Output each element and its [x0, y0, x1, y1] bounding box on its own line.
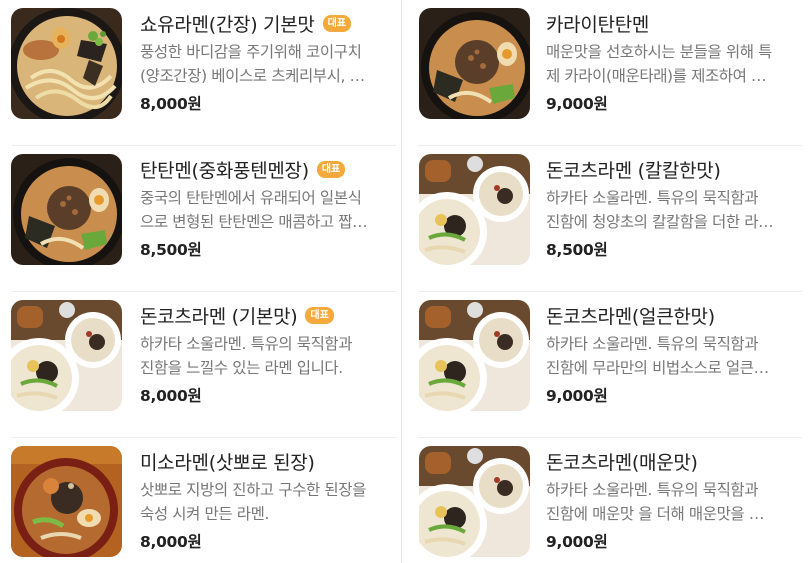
menu-item-description: 하카타 소울라멘. 특유의 묵직함과 진함에 매운맛 을 더해 매운맛을 … — [546, 481, 764, 523]
menu-item-description: 하카타 소울라멘. 특유의 묵직함과 진함에 무라만의 비법소스로 얼큰… — [546, 335, 769, 377]
menu-item[interactable]: 돈코츠라멘 (칼칼한맛) 하카타 소울라멘. 특유의 묵직함과 진함에 청양초의… — [406, 146, 806, 292]
menu-item-price: 8,000원 — [140, 533, 202, 551]
menu-item[interactable]: 쇼유라멘(간장) 기본맛 대표 풍성한 바디감을 주기위해 코이구치 (양조간장… — [0, 0, 400, 146]
menu-item-name: 돈코츠라멘 (기본맛) — [140, 305, 298, 328]
menu-item-name: 쇼유라멘(간장) 기본맛 — [140, 13, 315, 36]
menu-thumbnail — [11, 8, 122, 119]
menu-item[interactable]: 돈코츠라멘 (기본맛) 대표 하카타 소울라멘. 특유의 묵직함과 진함을 느낄… — [0, 292, 400, 438]
menu-item-description: 풍성한 바디감을 주기위해 코이구치 (양조간장) 베이스로 츠케리부시, … — [140, 43, 365, 85]
menu-item[interactable]: 카라이탄탄멘 매운맛을 선호하시는 분들을 위해 특 제 카라이(매운타래)를 … — [406, 0, 806, 146]
menu-item-price: 9,000원 — [546, 533, 608, 551]
ramen-bowl-photo-icon — [419, 8, 530, 119]
menu-item-description: 중국의 탄탄멘에서 유래되어 일본식 으로 변형된 탄탄멘은 매콤하고 짭… — [140, 189, 368, 231]
menu-grid: 쇼유라멘(간장) 기본맛 대표 풍성한 바디감을 주기위해 코이구치 (양조간장… — [0, 0, 810, 563]
menu-item-price: 8,500원 — [546, 241, 608, 259]
ramen-bowl-photo-icon — [419, 446, 530, 557]
menu-item-price: 8,000원 — [140, 95, 202, 113]
ramen-bowl-photo-icon — [11, 446, 122, 557]
ramen-bowl-photo-icon — [11, 154, 122, 265]
menu-column-right: 카라이탄탄멘 매운맛을 선호하시는 분들을 위해 특 제 카라이(매운타래)를 … — [406, 0, 806, 563]
menu-item-name: 돈코츠라멘 (칼칼한맛) — [546, 159, 721, 182]
menu-item-description: 하카타 소울라멘. 특유의 묵직함과 진함을 느낄수 있는 라멘 입니다. — [140, 335, 353, 377]
ramen-bowl-photo-icon — [419, 154, 530, 265]
signature-badge: 대표 — [316, 160, 346, 178]
menu-thumbnail — [419, 300, 530, 411]
menu-item-name: 돈코츠라멘(얼큰한맛) — [546, 305, 715, 328]
menu-column-left: 쇼유라멘(간장) 기본맛 대표 풍성한 바디감을 주기위해 코이구치 (양조간장… — [0, 0, 400, 563]
menu-item-price: 9,000원 — [546, 95, 608, 113]
menu-item-name: 카라이탄탄멘 — [546, 13, 650, 36]
menu-item[interactable]: 탄탄멘(중화풍텐멘장) 대표 중국의 탄탄멘에서 유래되어 일본식 으로 변형된… — [0, 146, 400, 292]
menu-thumbnail — [11, 154, 122, 265]
menu-item-description: 삿뽀로 지방의 진하고 구수한 된장을 숙성 시켜 만든 라멘. — [140, 481, 367, 523]
menu-thumbnail — [11, 446, 122, 557]
menu-item-name: 탄탄멘(중화풍텐멘장) — [140, 159, 309, 182]
menu-item[interactable]: 돈코츠라멘(얼큰한맛) 하카타 소울라멘. 특유의 묵직함과 진함에 무라만의 … — [406, 292, 806, 438]
menu-thumbnail — [11, 300, 122, 411]
menu-item-price: 8,500원 — [140, 241, 202, 259]
menu-item-name: 미소라멘(삿뽀로 된장) — [140, 451, 315, 474]
menu-item[interactable]: 돈코츠라멘(매운맛) 하카타 소울라멘. 특유의 묵직함과 진함에 매운맛 을 … — [406, 438, 806, 563]
signature-badge: 대표 — [305, 306, 334, 324]
ramen-bowl-photo-icon — [419, 300, 530, 411]
menu-item-price: 9,000원 — [546, 387, 608, 405]
menu-item-price: 8,000원 — [140, 387, 202, 405]
ramen-bowl-photo-icon — [11, 8, 122, 119]
menu-item-description: 매운맛을 선호하시는 분들을 위해 특 제 카라이(매운타래)를 제조하여 … — [546, 43, 773, 85]
menu-thumbnail — [419, 8, 530, 119]
menu-item[interactable]: 미소라멘(삿뽀로 된장) 삿뽀로 지방의 진하고 구수한 된장을 숙성 시켜 만… — [0, 438, 400, 563]
menu-item-name: 돈코츠라멘(매운맛) — [546, 451, 698, 474]
menu-thumbnail — [419, 154, 530, 265]
signature-badge: 대표 — [322, 14, 351, 32]
menu-item-description: 하카타 소울라멘. 특유의 묵직함과 진함에 청양초의 칼칼함을 더한 라… — [546, 189, 774, 231]
menu-thumbnail — [419, 446, 530, 557]
ramen-bowl-photo-icon — [11, 300, 122, 411]
